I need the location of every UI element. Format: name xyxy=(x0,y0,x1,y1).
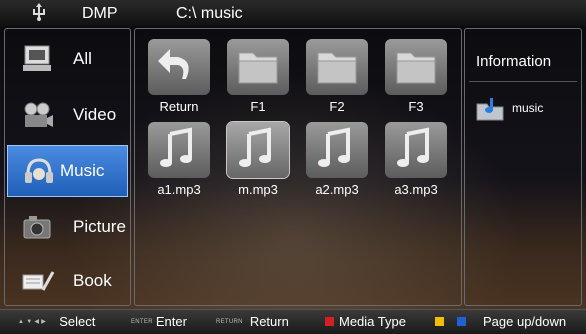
return-arrow-icon xyxy=(158,49,189,79)
grid-item-folder-f3[interactable]: F3 xyxy=(381,39,451,114)
folder-icon xyxy=(317,52,357,84)
grid-item-file-a1[interactable]: a1.mp3 xyxy=(144,122,214,197)
hint-page: Page up/down xyxy=(435,314,566,329)
hint-return: RETURN Return xyxy=(216,314,289,329)
grid-item-file-a3[interactable]: a3.mp3 xyxy=(381,122,451,197)
music-note-icon xyxy=(239,127,271,167)
info-name: music xyxy=(512,101,544,115)
information-panel: Information music xyxy=(464,28,582,306)
title-bar: DMP C:\ music xyxy=(0,0,586,27)
sidebar-item-music[interactable]: Music xyxy=(7,145,128,197)
sidebar-item-label: All xyxy=(73,49,92,68)
sidebar-item-label: Video xyxy=(73,105,117,124)
hint-media-type-label: Media Type xyxy=(339,314,406,329)
hint-page-label: Page up/down xyxy=(483,314,567,329)
grid-item-label: a1.mp3 xyxy=(157,182,201,197)
grid-item-return[interactable]: Return xyxy=(144,39,214,114)
arrow-keys-icon: ▲ ▼ ◀ ▶ xyxy=(18,319,47,325)
grid-item-label: a2.mp3 xyxy=(315,182,359,197)
hint-select: ▲ ▼ ◀ ▶ Select xyxy=(18,314,95,329)
music-headphones-icon xyxy=(25,158,53,183)
divider xyxy=(469,81,577,82)
music-note-icon xyxy=(397,127,429,167)
grid-item-folder-f1[interactable]: F1 xyxy=(223,39,293,114)
sidebar-item-all[interactable]: All xyxy=(7,33,128,85)
grid-item-folder-f2[interactable]: F2 xyxy=(302,39,372,114)
sidebar-item-label: Book xyxy=(73,271,112,290)
sidebar-item-video[interactable]: Video xyxy=(7,89,128,141)
current-path: C:\ music xyxy=(176,5,243,22)
sidebar-item-label: Music xyxy=(60,161,105,180)
grid-item-label: F2 xyxy=(329,99,345,114)
usb-icon xyxy=(33,3,45,21)
hint-media-type: Media Type xyxy=(325,314,406,329)
file-grid: Return F1 F2 F3 a1.mp3 m.mp3 a2.mp3 a3.m… xyxy=(134,28,462,306)
picture-camera-icon xyxy=(23,216,51,239)
grid-item-file-m[interactable]: m.mp3 xyxy=(223,121,293,197)
yellow-key-icon xyxy=(435,317,444,326)
info-title: Information xyxy=(476,53,552,70)
return-key-icon: RETURN xyxy=(216,318,243,325)
grid-item-label: m.mp3 xyxy=(238,182,278,197)
grid-item-label: F3 xyxy=(408,99,424,114)
grid-item-file-a2[interactable]: a2.mp3 xyxy=(302,122,372,197)
video-camera-icon xyxy=(24,102,53,127)
enter-key-icon: ENTER xyxy=(131,318,153,325)
grid-item-label: a3.mp3 xyxy=(394,182,438,197)
app-title: DMP xyxy=(82,5,118,22)
folder-icon xyxy=(238,52,278,84)
red-key-icon xyxy=(325,317,334,326)
folder-icon xyxy=(396,52,436,84)
media-type-sidebar: All Video Music Picture Book xyxy=(4,28,131,306)
music-note-icon xyxy=(318,127,350,167)
sidebar-item-label: Picture xyxy=(73,217,126,236)
blue-key-icon xyxy=(457,317,466,326)
grid-item-label: Return xyxy=(159,99,199,114)
key-hint-bar: ▲ ▼ ◀ ▶ Select ENTER Enter RETURN Return… xyxy=(0,309,586,334)
all-media-icon xyxy=(23,45,51,71)
hint-return-label: Return xyxy=(249,314,289,329)
book-pen-icon xyxy=(22,271,55,291)
grid-item-label: F1 xyxy=(250,99,266,114)
music-folder-icon xyxy=(476,98,504,121)
hint-enter-label: Enter xyxy=(155,314,187,329)
music-note-icon xyxy=(160,127,192,167)
sidebar-item-picture[interactable]: Picture xyxy=(7,201,128,253)
hint-select-label: Select xyxy=(59,314,96,329)
hint-enter: ENTER Enter xyxy=(131,314,187,329)
sidebar-item-book[interactable]: Book xyxy=(7,255,128,307)
